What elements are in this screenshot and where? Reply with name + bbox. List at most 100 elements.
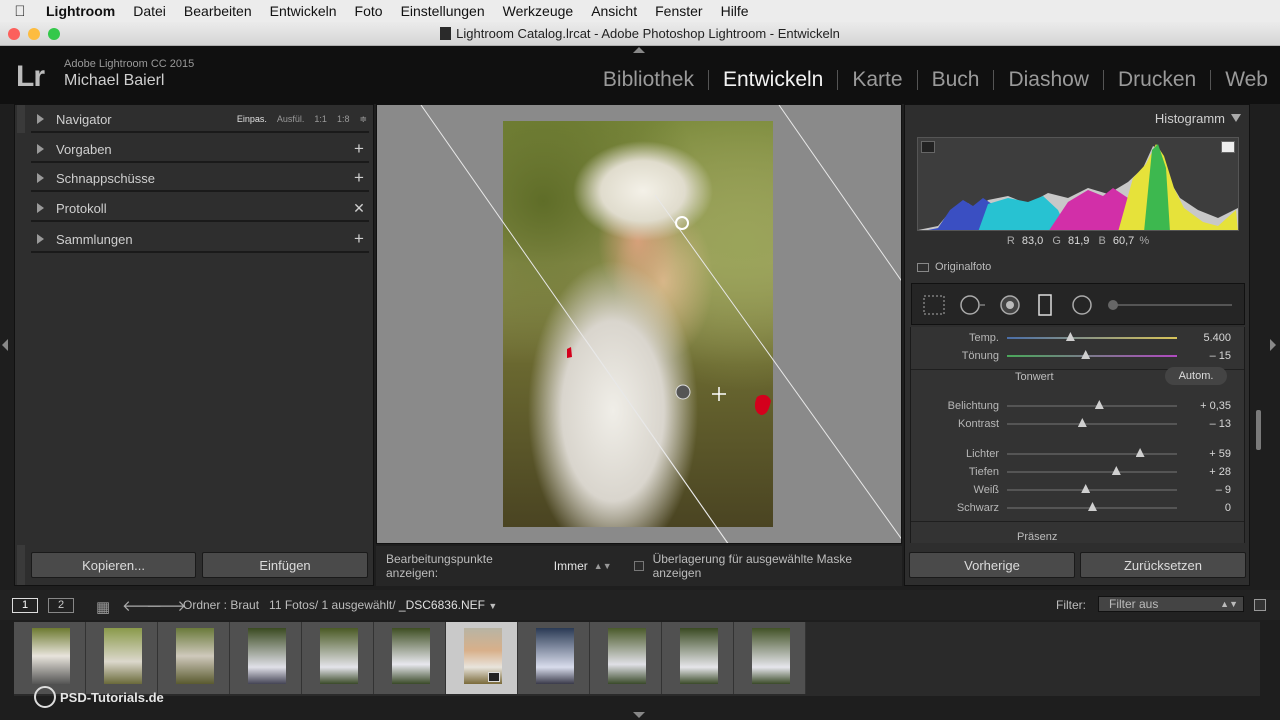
collapse-top-panel-icon[interactable] [633,47,645,53]
auto-tone-button[interactable]: Autom. [1165,367,1227,385]
graduated-filter-icon[interactable] [1036,294,1056,316]
slider-knob[interactable] [1135,448,1145,457]
copy-settings-button[interactable]: Kopieren... [31,552,196,578]
edit-pin-icon[interactable] [675,384,691,400]
filmstrip-thumbnail[interactable] [590,622,662,694]
slider-row-shadows[interactable]: Tiefen + 28 [911,463,1244,481]
minimize-window-button[interactable] [28,28,40,40]
apple-menu-icon[interactable]:  [0,3,40,20]
zoom-1-8[interactable]: 1:8 [337,114,350,124]
filmstrip-thumbnail[interactable] [230,622,302,694]
select-arrows-icon[interactable]: ▲▼ [1220,597,1238,612]
dropdown-arrow-icon[interactable]: ▼ [488,601,497,611]
filmstrip-thumbnail[interactable] [86,622,158,694]
module-diashow[interactable]: Diashow [994,68,1103,92]
show-mask-overlay-checkbox[interactable] [633,561,644,571]
spot-removal-icon[interactable] [958,294,988,316]
zoom-1-1[interactable]: 1:1 [314,114,327,124]
filmstrip-thumbnail[interactable] [662,622,734,694]
red-eye-icon[interactable] [998,294,1022,316]
slider-row-tint[interactable]: Tönung – 15 [911,347,1244,365]
slider-value[interactable]: + 59 [1177,448,1233,460]
filmstrip-thumbnail-selected[interactable] [446,622,518,694]
panel-sammlungen[interactable]: Sammlungen + [31,227,369,253]
slider-row-exposure[interactable]: Belichtung + 0,35 [911,397,1244,415]
slider-track[interactable] [1007,484,1177,493]
crop-overlay-icon[interactable] [922,294,946,316]
menu-ansicht[interactable]: Ansicht [582,3,646,19]
filmstrip[interactable] [14,622,1260,696]
slider-knob[interactable] [1081,484,1091,493]
expand-triangle-icon[interactable] [37,144,44,154]
view-1-button[interactable]: 1 [12,598,38,613]
forward-arrow-icon[interactable]: 🡒 [146,596,186,615]
menu-datei[interactable]: Datei [124,3,175,19]
expand-triangle-icon[interactable] [37,234,44,244]
image-canvas[interactable] [376,104,902,544]
menu-fenster[interactable]: Fenster [646,3,711,19]
menu-foto[interactable]: Foto [346,3,392,19]
panel-navigator[interactable]: Navigator Einpas. Ausfül. 1:1 1:8 ≑ [31,107,369,133]
right-panel-scrollbar[interactable] [1256,410,1261,450]
filter-lock-icon[interactable] [1254,599,1266,611]
module-buch[interactable]: Buch [918,68,994,92]
slider-row-blacks[interactable]: Schwarz 0 [911,499,1244,517]
original-photo-checkbox[interactable] [917,262,929,272]
paste-settings-button[interactable]: Einfügen [202,552,368,578]
slider-track[interactable] [1007,502,1177,511]
show-edit-points-select[interactable]: Immer [554,559,588,573]
panel-vorgaben[interactable]: Vorgaben + [31,137,369,163]
module-karte[interactable]: Karte [838,68,916,92]
collapse-right-panel-icon[interactable] [1270,339,1276,351]
original-photo-toggle[interactable]: Originalfoto [917,261,991,273]
menu-entwickeln[interactable]: Entwickeln [261,3,346,19]
add-collection-icon[interactable]: + [349,229,369,249]
reset-button[interactable]: Zurücksetzen [1080,552,1246,578]
slider-knob[interactable] [1065,332,1075,341]
select-arrows-icon[interactable]: ▲▼ [594,561,612,571]
slider-knob[interactable] [1094,400,1104,409]
slider-row-whites[interactable]: Weiß – 9 [911,481,1244,499]
slider-row-temp[interactable]: Temp. 5.400 [911,329,1244,347]
module-web[interactable]: Web [1211,68,1280,92]
brush-slider-knob[interactable] [1108,300,1118,310]
slider-row-contrast[interactable]: Kontrast – 13 [911,415,1244,433]
collapse-histogram-icon[interactable] [1231,114,1241,122]
slider-value[interactable]: – 13 [1177,418,1233,430]
slider-track[interactable] [1007,418,1177,427]
highlight-clipping-toggle[interactable] [1221,141,1235,153]
filter-select[interactable]: Filter aus ▲▼ [1098,596,1244,612]
menu-werkzeuge[interactable]: Werkzeuge [494,3,583,19]
slider-track[interactable] [1007,448,1177,457]
filmstrip-thumbnail[interactable] [734,622,806,694]
gradient-line-inner[interactable] [584,338,729,544]
source-indicator[interactable]: Ordner : Braut 11 Fotos/ 1 ausgewählt/ _… [183,598,497,612]
filmstrip-thumbnail[interactable] [158,622,230,694]
gradient-line-outer[interactable] [778,105,902,283]
menu-app-lightroom[interactable]: Lightroom [40,3,124,19]
slider-track[interactable] [1007,350,1177,359]
zoom-fill[interactable]: Ausfül. [277,114,305,124]
collapse-left-panel-icon[interactable] [2,339,8,351]
module-drucken[interactable]: Drucken [1104,68,1210,92]
panel-protokoll[interactable]: Protokoll ✕ [31,196,369,222]
zoom-window-button[interactable] [48,28,60,40]
slider-value[interactable]: + 28 [1177,466,1233,478]
brush-slider-track[interactable] [1112,304,1232,306]
filmstrip-thumbnail[interactable] [518,622,590,694]
slider-track[interactable] [1007,332,1177,341]
slider-knob[interactable] [1081,350,1091,359]
previous-settings-button[interactable]: Vorherige [909,552,1075,578]
filmstrip-thumbnail[interactable] [302,622,374,694]
slider-value[interactable]: 0 [1177,502,1233,514]
zoom-fit[interactable]: Einpas. [237,114,267,124]
gradient-rotate-handle[interactable] [675,216,689,230]
clear-history-icon[interactable]: ✕ [349,200,369,217]
slider-knob[interactable] [1077,418,1087,427]
slider-track[interactable] [1007,466,1177,475]
gradient-line-inner[interactable] [654,194,902,541]
filmstrip-thumbnail[interactable] [374,622,446,694]
menu-bearbeiten[interactable]: Bearbeiten [175,3,261,19]
slider-value[interactable]: – 15 [1177,350,1233,362]
zoom-arrows-icon[interactable]: ≑ [359,114,367,125]
